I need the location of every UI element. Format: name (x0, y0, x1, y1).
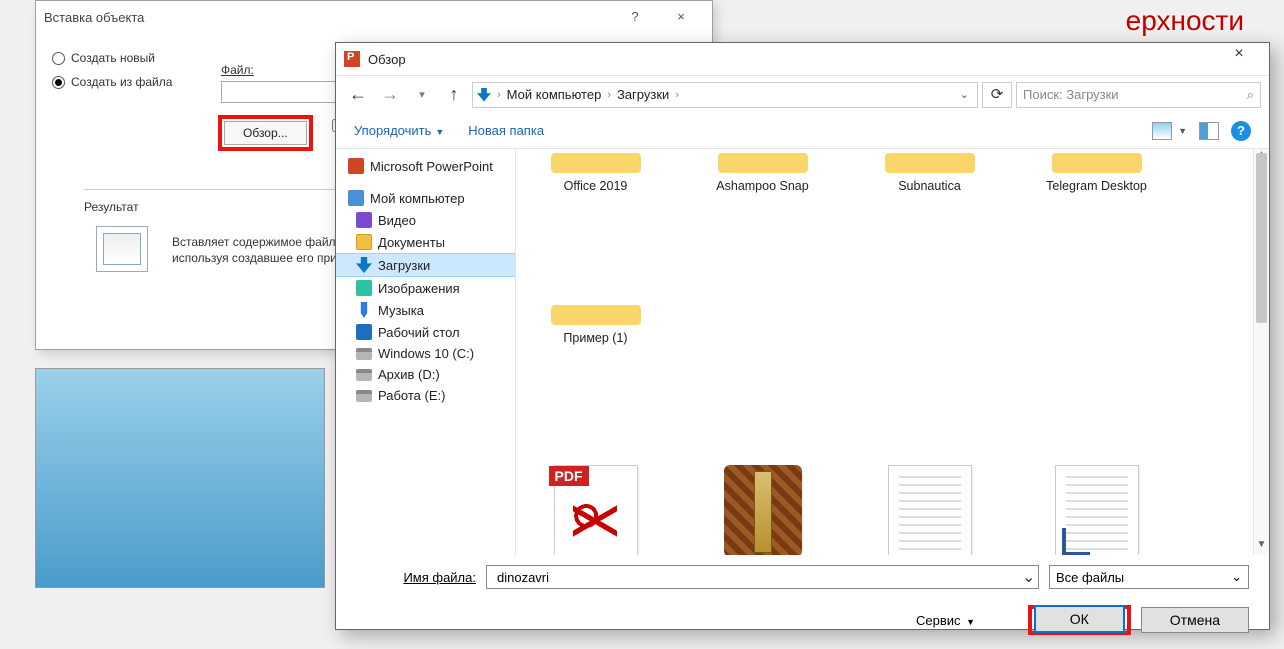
up-button[interactable]: ↑ (440, 84, 468, 105)
folder-icon (551, 153, 641, 173)
folder-icon (551, 305, 641, 325)
word-badge-icon: W (1062, 528, 1090, 555)
forward-button[interactable]: → (376, 84, 404, 105)
folder-icon (718, 153, 808, 173)
tree-node-powerpoint[interactable]: Microsoft PowerPoint (336, 155, 515, 177)
folder-icon (1052, 153, 1142, 173)
tree-node-desktop[interactable]: Рабочий стол (336, 321, 515, 343)
view-large-icons-button[interactable] (1152, 122, 1172, 140)
help-button[interactable]: ? (1231, 121, 1251, 141)
file-item-rar[interactable]: GAME_CRACK (695, 457, 830, 555)
browse-dialog-titlebar: Обзор × (336, 43, 1269, 75)
docx-icon: W (1055, 465, 1139, 555)
tree-node-my-computer[interactable]: Мой компьютер (336, 187, 515, 209)
search-placeholder: Поиск: Загрузки (1023, 87, 1119, 102)
close-button[interactable]: × (658, 3, 704, 31)
preview-pane-button[interactable] (1199, 122, 1219, 140)
filename-label: Имя файла: (356, 570, 476, 585)
tree-node-drive-d[interactable]: Архив (D:) (336, 364, 515, 385)
file-list: Office 2019 Ashampoo Snap Subnautica Tel… (516, 149, 1269, 555)
file-type-filter[interactable]: Все файлы ⌄ (1049, 565, 1249, 589)
cancel-button[interactable]: Отмена (1141, 607, 1249, 633)
folder-item[interactable]: Subnautica (862, 153, 997, 305)
crumb-downloads[interactable]: Загрузки (617, 87, 669, 102)
folder-item[interactable]: Telegram Desktop (1029, 153, 1164, 305)
breadcrumb[interactable]: › Мой компьютер › Загрузки › ⌄ (472, 82, 978, 108)
pdf-icon (554, 465, 638, 555)
help-button[interactable]: ? (612, 3, 658, 31)
browse-toolbar: Упорядочить▼ Новая папка ▼ ? (336, 113, 1269, 149)
rar-icon (724, 465, 802, 555)
folder-item[interactable]: Office 2019 (528, 153, 663, 305)
ok-button[interactable]: ОК (1034, 605, 1125, 633)
tree-node-video[interactable]: Видео (336, 209, 515, 231)
browse-dialog: Обзор × ← → ▾ ↑ › Мой компьютер › Загруз… (335, 42, 1270, 630)
file-label: Файл: (221, 63, 254, 77)
txt-icon (888, 465, 972, 555)
radio-create-from-file-label: Создать из файла (71, 75, 172, 89)
file-item-pdf[interactable]: Пример (528, 457, 663, 555)
breadcrumb-dropdown-icon[interactable]: ⌄ (960, 88, 969, 101)
insert-dialog-titlebar: Вставка объекта ? × (36, 1, 712, 33)
folder-tree: Microsoft PowerPoint Мой компьютер Видео… (336, 149, 516, 555)
new-folder-button[interactable]: Новая папка (468, 123, 544, 138)
file-item-docx[interactable]: W Задания на авто (1029, 457, 1164, 555)
tree-node-downloads[interactable]: Загрузки (336, 253, 515, 277)
folder-item[interactable]: Ashampoo Snap (695, 153, 830, 305)
tree-node-drive-e[interactable]: Работа (E:) (336, 385, 515, 406)
file-item-txt[interactable]: Задание тестовое (862, 457, 997, 555)
browse-button[interactable]: Обзор... (224, 121, 307, 145)
crumb-my-computer[interactable]: Мой компьютер (507, 87, 602, 102)
file-list-scrollbar[interactable]: ▲ ▼ (1253, 149, 1269, 555)
filename-input[interactable] (491, 566, 1022, 588)
filename-dropdown-icon[interactable]: ⌄ (1022, 567, 1034, 587)
browse-dialog-footer: Имя файла: ⌄ Все файлы ⌄ Сервис ▼ ОК Отм… (336, 555, 1269, 649)
browse-dialog-title: Обзор (368, 52, 406, 67)
background-word: ерхности (1126, 5, 1244, 37)
powerpoint-icon (344, 51, 360, 67)
history-dropdown-icon[interactable]: ▾ (408, 88, 436, 101)
background-thumb-penguins (35, 368, 325, 588)
organize-button[interactable]: Упорядочить▼ (354, 123, 444, 138)
navigation-bar: ← → ▾ ↑ › Мой компьютер › Загрузки › ⌄ ⟳… (336, 75, 1269, 113)
chevron-down-icon: ⌄ (1231, 569, 1242, 585)
search-icon: ⌕ (1247, 87, 1254, 103)
refresh-button[interactable]: ⟳ (982, 82, 1012, 108)
folder-icon (885, 153, 975, 173)
tree-node-drive-c[interactable]: Windows 10 (C:) (336, 343, 515, 364)
folder-item[interactable]: Пример (1) (528, 305, 663, 457)
result-icon (96, 226, 148, 272)
result-heading: Результат (84, 200, 139, 214)
tree-node-documents[interactable]: Документы (336, 231, 515, 253)
tools-dropdown[interactable]: Сервис ▼ (356, 613, 975, 628)
tree-node-images[interactable]: Изображения (336, 277, 515, 299)
view-dropdown-icon[interactable]: ▼ (1178, 126, 1187, 136)
highlight-ok: ОК (1028, 605, 1131, 635)
close-button[interactable]: × (1217, 45, 1261, 73)
highlight-browse: Обзор... (218, 115, 313, 151)
insert-dialog-title: Вставка объекта (44, 10, 144, 25)
radio-create-new-label: Создать новый (71, 51, 155, 65)
back-button[interactable]: ← (344, 84, 372, 105)
downloads-icon (477, 88, 491, 102)
search-input[interactable]: Поиск: Загрузки ⌕ (1016, 82, 1261, 108)
tree-node-music[interactable]: Музыка (336, 299, 515, 321)
